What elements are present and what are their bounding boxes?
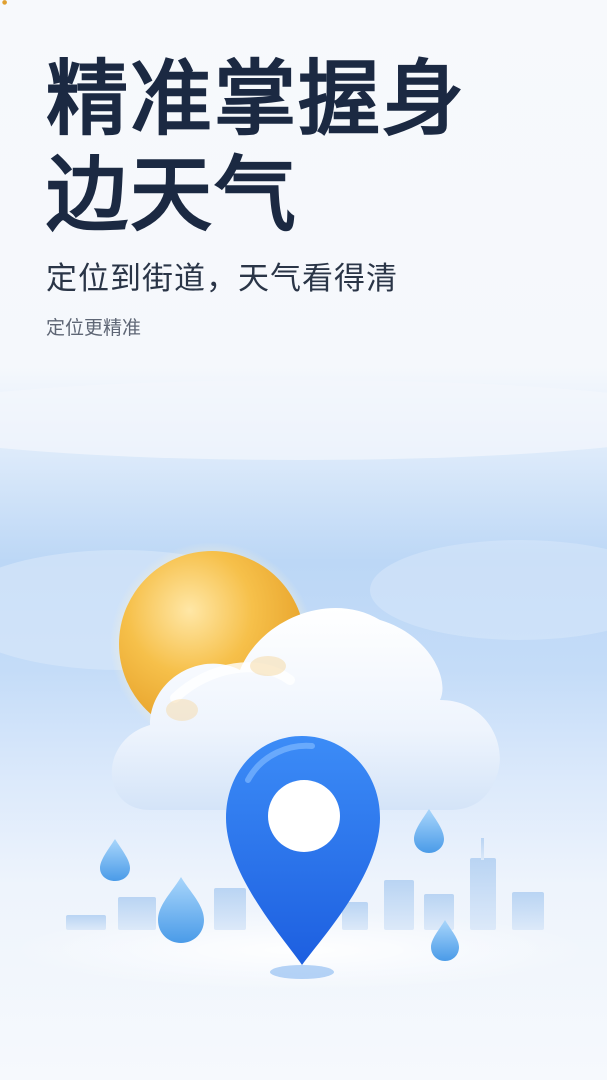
caption: 定位更精准 bbox=[46, 317, 142, 339]
subtitle: 定位到街道，天气看得清 bbox=[46, 261, 398, 297]
headline-line-1: 精准掌握身 bbox=[46, 52, 467, 147]
onboarding-screen: ● 精准掌握身 边天气 定位到街道，天气看得清 定位更精准 bbox=[0, 0, 607, 1080]
status-dot-icon: ● bbox=[2, 0, 8, 6]
headline: 精准掌握身 边天气 bbox=[46, 52, 566, 244]
headline-line-2: 边天气 bbox=[46, 148, 299, 243]
weather-illustration bbox=[0, 380, 607, 990]
